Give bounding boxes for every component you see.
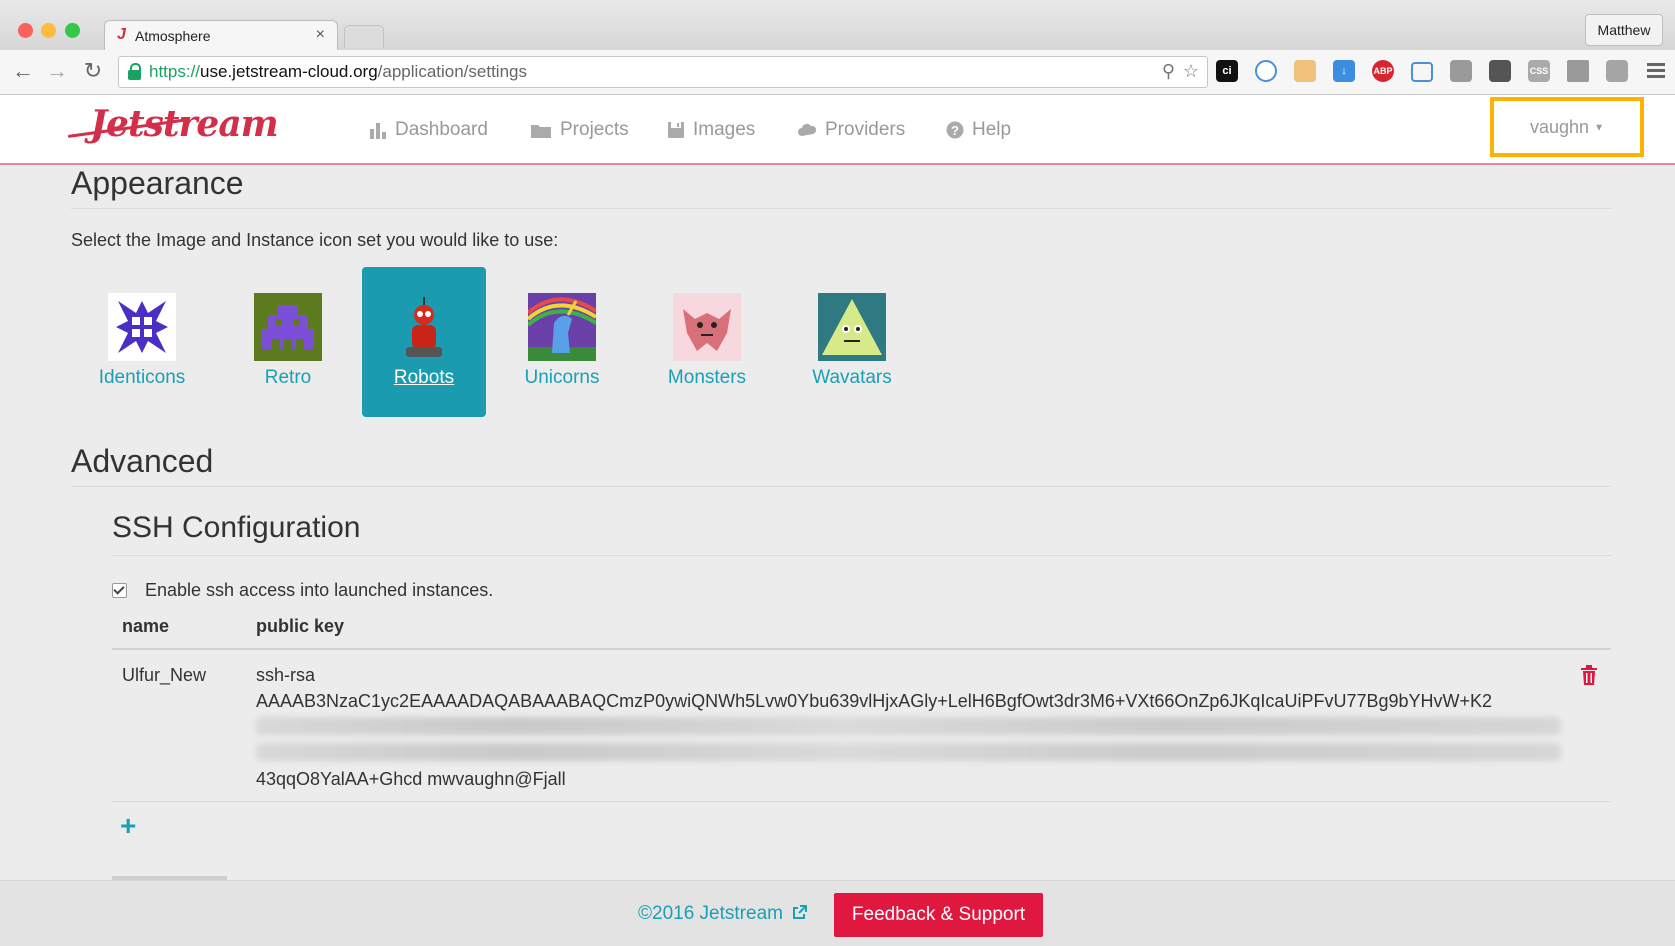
bar-chart-icon xyxy=(370,123,386,139)
screenshot-extension-icon[interactable] xyxy=(1411,62,1433,82)
icon-set-label: Wavatars xyxy=(812,367,892,388)
pages-extension-icon[interactable] xyxy=(1450,60,1472,82)
ssh-enable-row[interactable]: Enable ssh access into launched instance… xyxy=(112,580,493,601)
identicon-thumbnail-icon xyxy=(108,293,176,361)
sync-extension-icon[interactable] xyxy=(1255,60,1277,82)
settings-content: Appearance Select the Image and Instance… xyxy=(0,165,1675,880)
app-navbar: Jetstream Dashboard Projects Images Prov… xyxy=(0,95,1675,165)
reload-icon[interactable]: ↻ xyxy=(80,58,106,84)
ssh-config-heading: SSH Configuration xyxy=(112,511,361,544)
brand-name: Jetstream xyxy=(90,103,279,145)
ssh-key-body: AAAAB3NzaC1yc2EAAAADAQABAAABAQCmzP0ywiQN… xyxy=(256,691,1493,711)
table-row-divider xyxy=(112,801,1611,802)
user-name: vaughn xyxy=(1530,117,1590,137)
footer: ©2016 Jetstream Feedback & Support xyxy=(0,880,1675,946)
maximize-window-button[interactable] xyxy=(65,23,80,38)
rss-extension-icon[interactable] xyxy=(1606,60,1628,82)
ssh-key-tail: 43qqO8YalAA+Ghcd mwvaughn@Fjall xyxy=(256,769,566,789)
folder-icon xyxy=(531,125,551,138)
ghostery-extension-icon[interactable] xyxy=(1294,60,1316,82)
jetstream-logo[interactable]: Jetstream xyxy=(67,101,279,155)
appearance-heading: Appearance xyxy=(71,165,244,201)
copyright-link[interactable]: ©2016 Jetstream xyxy=(638,903,808,925)
nav-images[interactable]: Images xyxy=(667,119,755,141)
adblock-extension-icon[interactable]: ABP xyxy=(1372,60,1394,82)
nav-help-label: Help xyxy=(972,119,1012,140)
close-window-button[interactable] xyxy=(18,23,33,38)
robot-thumbnail-icon xyxy=(390,293,458,361)
floppy-icon xyxy=(668,122,684,138)
cloud-icon xyxy=(798,123,817,136)
icon-set-wavatars[interactable]: Wavatars xyxy=(790,267,914,417)
nav-dashboard[interactable]: Dashboard xyxy=(369,119,488,141)
table-header-divider xyxy=(112,648,1611,650)
pocket-extension-icon[interactable] xyxy=(1489,60,1511,82)
new-tab-button[interactable] xyxy=(344,25,384,48)
appearance-divider xyxy=(71,208,1611,209)
back-arrow-icon[interactable]: ← xyxy=(10,58,36,84)
column-header-name: name xyxy=(122,616,170,636)
zoom-icon[interactable]: ⚲ xyxy=(1162,61,1175,82)
advanced-heading: Advanced xyxy=(71,443,214,479)
external-link-icon xyxy=(793,905,808,919)
browser-tab[interactable]: J Atmosphere × xyxy=(104,20,338,51)
lock-icon xyxy=(128,63,141,80)
icon-set-label: Retro xyxy=(264,367,312,388)
wavatar-thumbnail-icon xyxy=(818,293,886,361)
unicorn-thumbnail-icon xyxy=(528,293,596,361)
nav-providers-label: Providers xyxy=(825,119,906,140)
address-bar[interactable]: https://use.jetstream-cloud.org/applicat… xyxy=(118,56,1208,88)
question-circle-icon: ? xyxy=(946,121,964,139)
ssh-divider xyxy=(112,555,1611,556)
minimize-window-button[interactable] xyxy=(41,23,56,38)
browser-menu-icon[interactable] xyxy=(1647,60,1665,82)
ssh-key-redacted-line xyxy=(256,743,1561,761)
ssh-key-type: ssh-rsa xyxy=(256,665,316,685)
icon-set-unicorns[interactable]: Unicorns xyxy=(500,267,624,417)
icon-set-label: Monsters xyxy=(667,367,747,388)
url-text: https://use.jetstream-cloud.org/applicat… xyxy=(149,62,527,81)
icon-set-retro[interactable]: Retro xyxy=(226,267,350,417)
tab-title: Atmosphere xyxy=(135,28,211,44)
jetstream-favicon-icon: J xyxy=(117,26,126,43)
advanced-divider xyxy=(71,486,1611,487)
browser-titlebar: J Atmosphere × Matthew xyxy=(0,0,1675,51)
icon-set-robots[interactable]: Robots xyxy=(362,267,486,417)
icon-set-label: Identicons xyxy=(98,367,186,388)
icon-set-label: Unicorns xyxy=(524,367,600,388)
tab-close-icon[interactable]: × xyxy=(316,26,325,44)
download-extension-icon[interactable]: ↓ xyxy=(1333,60,1355,82)
nav-dashboard-label: Dashboard xyxy=(395,119,488,140)
browser-toolbar: ← → ↻ https://use.jetstream-cloud.org/ap… xyxy=(0,50,1675,95)
nav-projects[interactable]: Projects xyxy=(530,119,629,141)
icon-set-prompt: Select the Image and Instance icon set y… xyxy=(71,230,559,250)
drive-extension-icon[interactable] xyxy=(1567,60,1589,82)
icon-set-monsters[interactable]: Monsters xyxy=(645,267,769,417)
ssh-enable-checkbox[interactable] xyxy=(112,583,127,598)
svg-text:?: ? xyxy=(951,123,959,138)
retro-invader-thumbnail-icon xyxy=(254,293,322,361)
nav-help[interactable]: ? Help xyxy=(946,119,1011,141)
copyright-text: ©2016 Jetstream xyxy=(638,903,783,924)
monster-thumbnail-icon xyxy=(673,293,741,361)
chevron-down-icon: ▼ xyxy=(1594,122,1604,134)
css-extension-icon[interactable]: CSS xyxy=(1528,60,1550,82)
ssh-enable-label: Enable ssh access into launched instance… xyxy=(145,580,494,600)
user-menu-dropdown[interactable]: vaughn ▼ xyxy=(1490,97,1644,157)
ci-extension-icon[interactable]: ci xyxy=(1216,60,1238,82)
profile-button[interactable]: Matthew xyxy=(1585,14,1663,46)
ssh-key-name: Ulfur_New xyxy=(122,665,207,685)
forward-arrow-icon[interactable]: → xyxy=(44,58,70,84)
delete-key-trash-icon[interactable] xyxy=(1580,665,1598,685)
nav-images-label: Images xyxy=(693,119,756,140)
bookmark-star-icon[interactable]: ☆ xyxy=(1183,61,1199,82)
nav-providers[interactable]: Providers xyxy=(797,119,905,141)
feedback-support-button[interactable]: Feedback & Support xyxy=(834,893,1043,937)
nav-projects-label: Projects xyxy=(560,119,629,140)
ssh-key-redacted-line xyxy=(256,717,1561,735)
add-ssh-key-button[interactable]: + xyxy=(120,810,136,842)
column-header-public-key: public key xyxy=(256,616,345,636)
icon-set-identicons[interactable]: Identicons xyxy=(80,267,204,417)
icon-set-label: Robots xyxy=(393,367,455,388)
